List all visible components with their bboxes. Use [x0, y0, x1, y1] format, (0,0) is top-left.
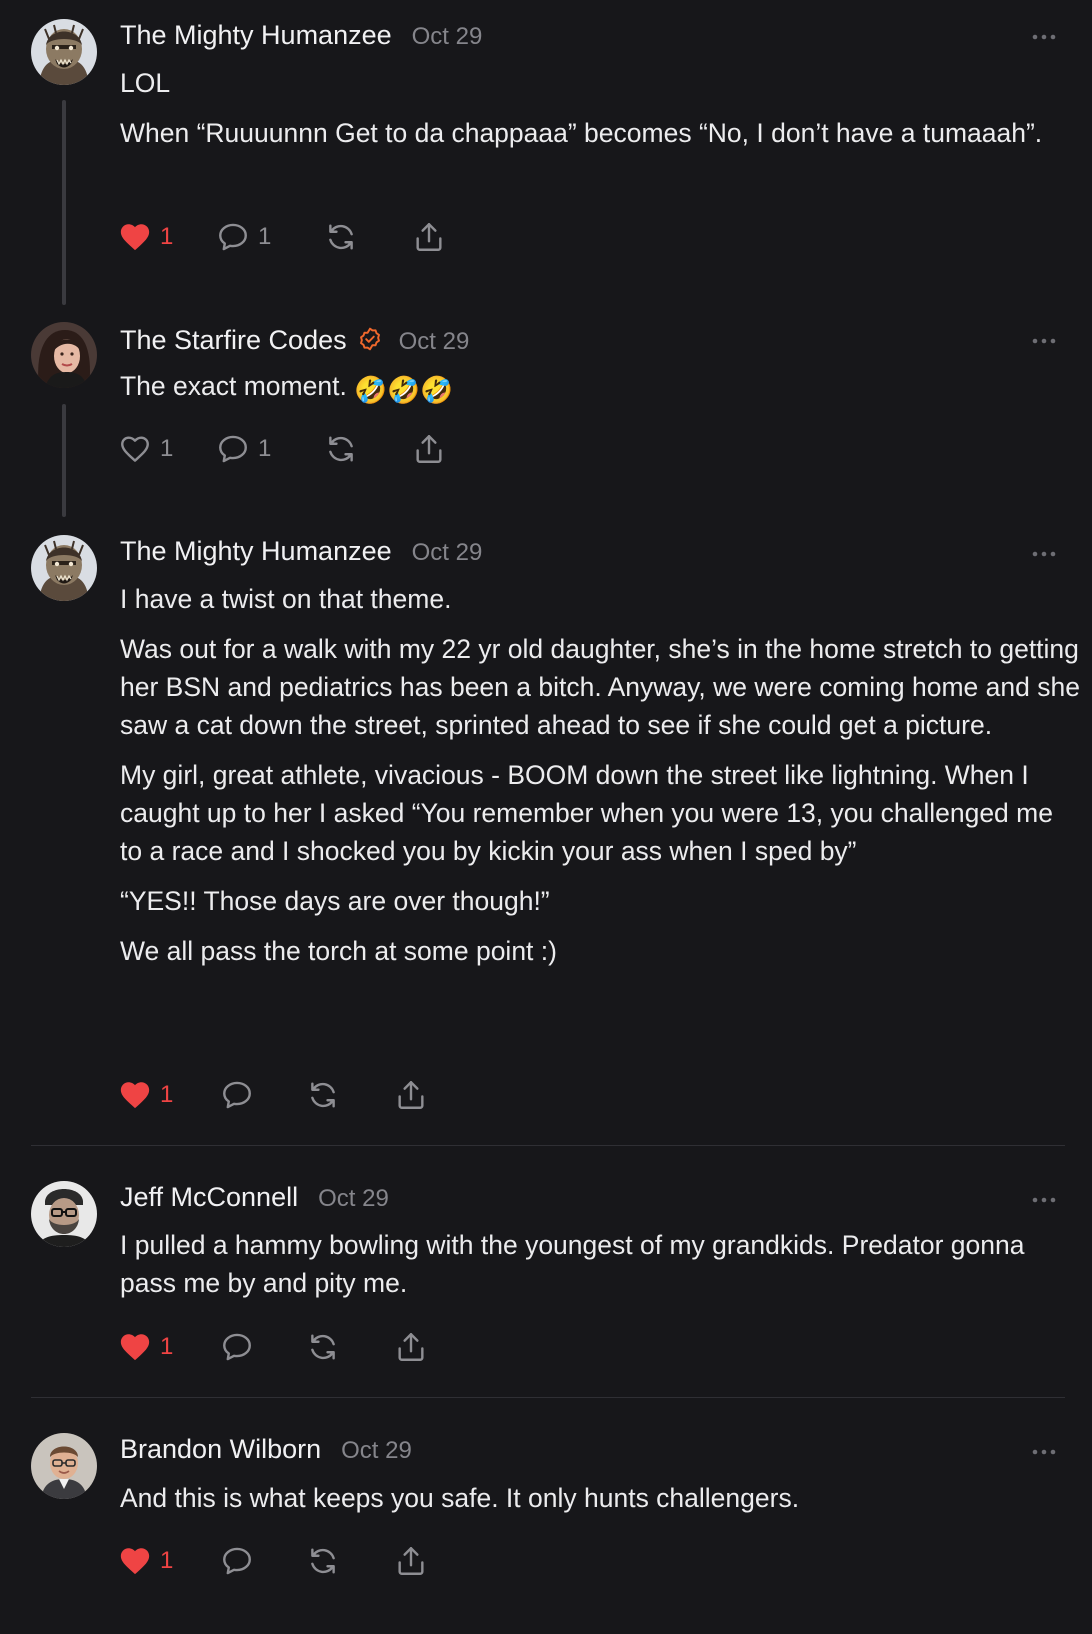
- restack-button[interactable]: [306, 1544, 394, 1578]
- share-button[interactable]: [412, 432, 446, 466]
- restack-button[interactable]: [324, 220, 412, 254]
- verified-badge-icon: [357, 326, 383, 357]
- action-bar: 1 1: [118, 217, 446, 257]
- ellipsis-icon[interactable]: [1031, 32, 1057, 42]
- restack-button[interactable]: [306, 1078, 394, 1112]
- comment-paragraph: My girl, great athlete, vivacious - BOOM…: [120, 760, 1053, 866]
- like-count: 1: [160, 1333, 174, 1360]
- like-button[interactable]: 1: [118, 1078, 220, 1112]
- share-button[interactable]: [394, 1078, 428, 1112]
- comment-header: The Starfire Codes Oct 29: [120, 323, 469, 361]
- author-name[interactable]: The Starfire Codes: [120, 325, 347, 356]
- comment-body: LOL When “Ruuuunnn Get to da chappaaa” b…: [120, 64, 1070, 152]
- like-count: 1: [160, 223, 174, 250]
- like-count: 1: [160, 1081, 174, 1108]
- comment-date[interactable]: Oct 29: [412, 539, 483, 567]
- like-button[interactable]: 1: [118, 1544, 220, 1578]
- thread-line: [62, 100, 66, 305]
- restack-button[interactable]: [324, 432, 412, 466]
- action-bar: 1 1: [118, 429, 446, 469]
- comment-text: The exact moment.: [120, 371, 355, 401]
- heart-icon: [118, 1330, 152, 1364]
- refresh-arrows-icon: [306, 1330, 340, 1364]
- heart-icon: [118, 1078, 152, 1112]
- restack-button[interactable]: [306, 1330, 394, 1364]
- rofl-emoji: 🤣🤣🤣: [354, 375, 454, 405]
- avatar[interactable]: [31, 1181, 97, 1247]
- share-upload-icon: [412, 220, 446, 254]
- like-button[interactable]: 1: [118, 432, 216, 466]
- comment-body: I have a twist on that theme. Was out fo…: [120, 580, 1080, 970]
- comment-paragraph: Was out for a walk with my 22 yr old dau…: [120, 634, 1080, 740]
- share-upload-icon: [394, 1078, 428, 1112]
- action-bar: 1: [118, 1327, 428, 1367]
- refresh-arrows-icon: [306, 1078, 340, 1112]
- comment-paragraph: LOL: [120, 68, 171, 98]
- like-count: 1: [160, 435, 174, 462]
- share-button[interactable]: [394, 1330, 428, 1364]
- avatar[interactable]: [31, 19, 97, 85]
- thread-line: [62, 404, 66, 517]
- comment-divider: [31, 1145, 1065, 1146]
- reply-button[interactable]: [220, 1330, 306, 1364]
- comment-divider: [31, 1397, 1065, 1398]
- share-upload-icon: [412, 432, 446, 466]
- reply-button[interactable]: [220, 1544, 306, 1578]
- refresh-arrows-icon: [324, 432, 358, 466]
- heart-icon: [118, 1544, 152, 1578]
- comment-body: I pulled a hammy bowling with the younge…: [120, 1226, 1070, 1302]
- share-button[interactable]: [412, 220, 446, 254]
- speech-bubble-icon: [220, 1544, 254, 1578]
- comment-paragraph: And this is what keeps you safe. It only…: [120, 1483, 800, 1513]
- comment-paragraph: When “Ruuuunnn Get to da chappaaa” becom…: [120, 118, 1043, 148]
- share-upload-icon: [394, 1544, 428, 1578]
- comment-date[interactable]: Oct 29: [412, 23, 483, 51]
- speech-bubble-icon: [220, 1078, 254, 1112]
- refresh-arrows-icon: [306, 1544, 340, 1578]
- author-name[interactable]: Jeff McConnell: [120, 1182, 298, 1213]
- comment-header: The Mighty Humanzee Oct 29: [120, 20, 482, 58]
- reply-button[interactable]: 1: [216, 432, 324, 466]
- like-count: 1: [160, 1547, 174, 1574]
- heart-icon: [118, 220, 152, 254]
- comment-date[interactable]: Oct 29: [318, 1185, 389, 1213]
- author-name[interactable]: Brandon Wilborn: [120, 1434, 321, 1465]
- reply-button[interactable]: [220, 1078, 306, 1112]
- refresh-arrows-icon: [324, 220, 358, 254]
- author-name[interactable]: The Mighty Humanzee: [120, 20, 392, 51]
- comment-header: The Mighty Humanzee Oct 29: [120, 536, 482, 574]
- speech-bubble-icon: [220, 1330, 254, 1364]
- action-bar: 1: [118, 1075, 428, 1115]
- action-bar: 1: [118, 1541, 428, 1581]
- author-name[interactable]: The Mighty Humanzee: [120, 536, 392, 567]
- avatar[interactable]: [31, 322, 97, 388]
- like-button[interactable]: 1: [118, 1330, 220, 1364]
- speech-bubble-icon: [216, 220, 250, 254]
- like-button[interactable]: 1: [118, 220, 216, 254]
- comment-body: And this is what keeps you safe. It only…: [120, 1479, 1070, 1517]
- share-button[interactable]: [394, 1544, 428, 1578]
- comment-date[interactable]: Oct 29: [399, 328, 470, 356]
- comment-paragraph: We all pass the torch at some point :): [120, 936, 557, 966]
- reply-count: 1: [258, 223, 272, 250]
- avatar[interactable]: [31, 535, 97, 601]
- comment-paragraph: The exact moment. 🤣🤣🤣: [120, 367, 1070, 409]
- ellipsis-icon[interactable]: [1031, 336, 1057, 346]
- comment-paragraph: I have a twist on that theme.: [120, 584, 452, 614]
- avatar[interactable]: [31, 1433, 97, 1499]
- heart-icon: [118, 432, 152, 466]
- ellipsis-icon[interactable]: [1031, 549, 1057, 559]
- ellipsis-icon[interactable]: [1031, 1447, 1057, 1457]
- comment-paragraph: “YES!! Those days are over though!”: [120, 886, 550, 916]
- comment-paragraph: I pulled a hammy bowling with the younge…: [120, 1230, 1025, 1298]
- speech-bubble-icon: [216, 432, 250, 466]
- reply-button[interactable]: 1: [216, 220, 324, 254]
- ellipsis-icon[interactable]: [1031, 1195, 1057, 1205]
- comment-header: Brandon Wilborn Oct 29: [120, 1434, 412, 1472]
- reply-count: 1: [258, 435, 272, 462]
- comment-body: The exact moment. 🤣🤣🤣: [120, 367, 1070, 409]
- comment-date[interactable]: Oct 29: [341, 1437, 412, 1465]
- comment-header: Jeff McConnell Oct 29: [120, 1182, 389, 1220]
- share-upload-icon: [394, 1330, 428, 1364]
